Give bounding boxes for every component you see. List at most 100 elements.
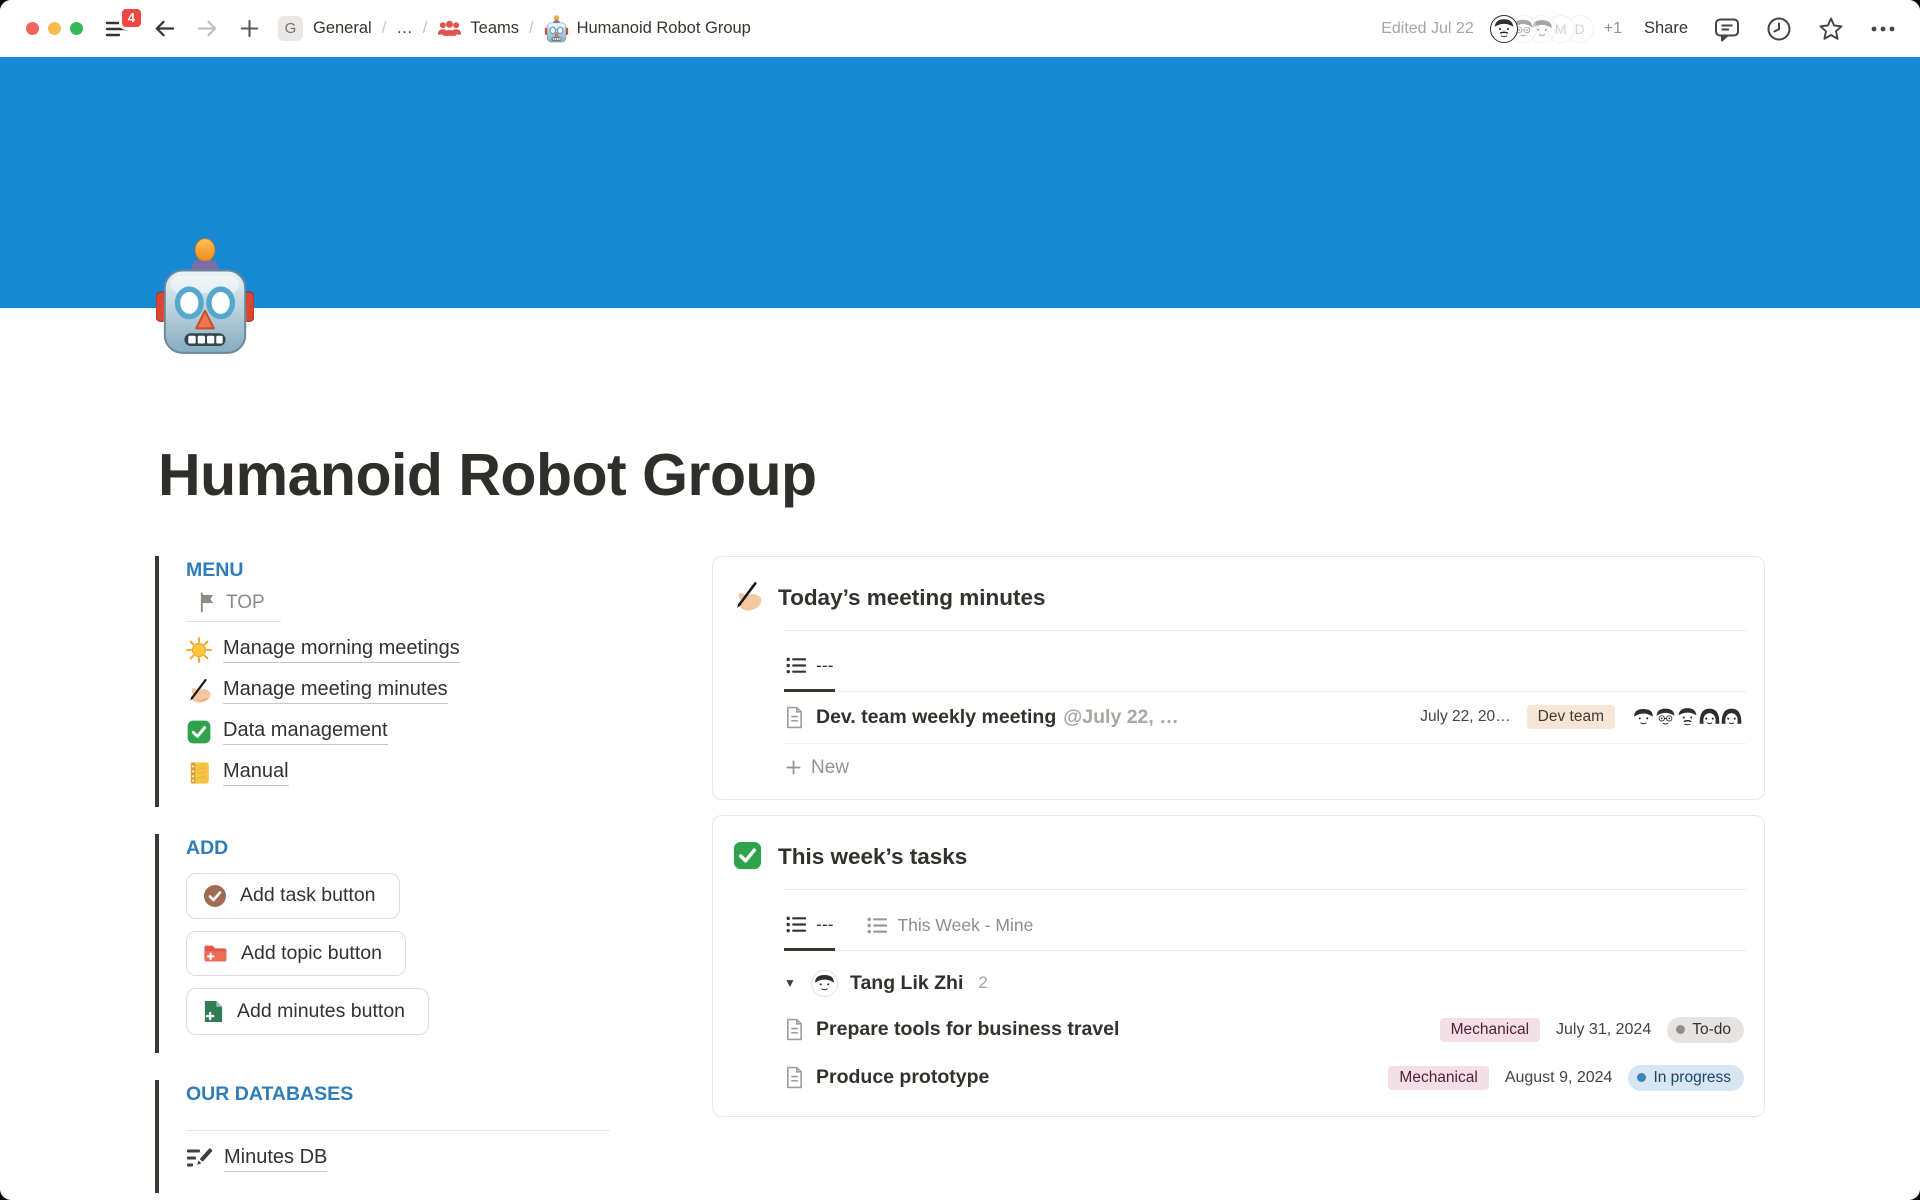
- avatar: [811, 970, 838, 997]
- status-badge: To-do: [1667, 1017, 1744, 1043]
- link-top[interactable]: TOP: [186, 590, 281, 622]
- assignee-name[interactable]: Tang Lik Zhi: [850, 972, 963, 995]
- status-badge: In progress: [1628, 1065, 1744, 1091]
- forward-arrow-icon: [196, 18, 219, 39]
- avatar: [1490, 15, 1518, 43]
- view-tab[interactable]: This Week - Mine: [865, 910, 1035, 950]
- zoom-window-button[interactable]: [70, 22, 83, 35]
- topic-folder-icon: [203, 942, 228, 965]
- weekly-tasks-card: This week’s tasks --- This Week - Mine: [712, 815, 1765, 1117]
- card-title: This week’s tasks: [778, 841, 967, 873]
- view-tab[interactable]: ---: [784, 651, 835, 692]
- list-view-icon: [867, 916, 888, 935]
- share-button[interactable]: Share: [1644, 19, 1688, 38]
- task-check-icon: [203, 884, 227, 908]
- link-minutes-db[interactable]: Minutes DB: [186, 1146, 610, 1172]
- minimize-window-button[interactable]: [48, 22, 61, 35]
- menu-heading: MENU: [186, 557, 610, 590]
- app-window: 4 G General / … /: [0, 0, 1920, 1200]
- breadcrumb-item-page[interactable]: Humanoid Robot Group: [544, 15, 751, 43]
- page-icon: [785, 1066, 804, 1089]
- check-box-icon: [186, 719, 212, 745]
- breadcrumb-item-general[interactable]: General: [313, 19, 372, 38]
- meeting-row[interactable]: Dev. team weekly meeting @July 22, … Jul…: [784, 692, 1746, 744]
- task-title: Prepare tools for business travel: [816, 1018, 1119, 1041]
- meeting-minutes-card: Today’s meeting minutes --- Dev.: [712, 556, 1765, 800]
- breadcrumb-ellipsis[interactable]: …: [396, 19, 413, 38]
- meeting-title: Dev. team weekly meeting: [816, 706, 1056, 729]
- card-title: Today’s meeting minutes: [778, 582, 1046, 614]
- due-date: July 31, 2024: [1556, 1021, 1651, 1039]
- flag-icon: [198, 592, 217, 613]
- favorite-button[interactable]: [1818, 16, 1844, 42]
- breadcrumb-separator: /: [529, 19, 534, 38]
- new-tab-button[interactable]: [239, 18, 260, 39]
- assignee-group-row: ▼ Tang Lik Zhi 2: [784, 951, 1746, 1006]
- comment-icon: [1714, 16, 1740, 42]
- clock-icon: [1766, 16, 1792, 42]
- comments-button[interactable]: [1714, 16, 1740, 42]
- plus-icon: [239, 18, 260, 39]
- ellipsis-icon: [1870, 25, 1896, 33]
- link-data-management[interactable]: Data management: [186, 719, 610, 745]
- meeting-date: July 22, 20…: [1420, 708, 1510, 726]
- link-manage-morning-meetings[interactable]: Manage morning meetings: [186, 637, 610, 663]
- view-tabs: --- This Week - Mine: [784, 890, 1746, 951]
- breadcrumb-separator: /: [382, 19, 387, 38]
- task-title: Produce prototype: [816, 1066, 989, 1089]
- add-task-button[interactable]: Add task button: [186, 873, 400, 919]
- right-column: Today’s meeting minutes --- Dev.: [712, 556, 1765, 1117]
- databases-section: OUR DATABASES: [155, 1080, 610, 1193]
- last-edited-label[interactable]: Edited Jul 22: [1381, 20, 1474, 38]
- sidebar-toggle-button[interactable]: 4: [105, 19, 129, 39]
- task-row[interactable]: Prepare tools for business travel Mechan…: [784, 1006, 1746, 1054]
- menu-section: MENU TOP: [155, 556, 610, 807]
- view-tab[interactable]: ---: [784, 910, 835, 951]
- link-manual[interactable]: Manual: [186, 760, 610, 786]
- team-tag: Dev team: [1527, 705, 1615, 729]
- view-tabs: ---: [784, 631, 1746, 692]
- breadcrumb: G General / … / Teams / Humanoid Robot G…: [278, 15, 751, 43]
- updates-button[interactable]: [1766, 16, 1792, 42]
- avatar-overflow-count[interactable]: +1: [1604, 20, 1622, 38]
- breadcrumb-item-teams[interactable]: Teams: [437, 19, 519, 38]
- workspace-chip[interactable]: G: [278, 16, 303, 41]
- new-item-button[interactable]: New: [784, 744, 1746, 785]
- date-mention: @July 22, …: [1063, 706, 1178, 729]
- compose-icon: [186, 1146, 213, 1171]
- page-title[interactable]: Humanoid Robot Group: [158, 442, 1765, 510]
- attendee-avatars: [1631, 705, 1744, 730]
- link-manage-meeting-minutes[interactable]: Manage meeting minutes: [186, 678, 610, 704]
- back-button[interactable]: [153, 18, 176, 39]
- window-toolbar: 4 G General / … /: [0, 0, 1920, 57]
- robot-icon: [544, 15, 569, 43]
- collaborator-avatars[interactable]: M D: [1490, 15, 1594, 43]
- status-dot: [1637, 1073, 1646, 1082]
- add-topic-button[interactable]: Add topic button: [186, 931, 406, 976]
- category-tag: Mechanical: [1388, 1066, 1488, 1090]
- writing-hand-icon: [186, 678, 212, 704]
- more-options-button[interactable]: [1870, 25, 1896, 33]
- close-window-button[interactable]: [26, 22, 39, 35]
- avatar: [1719, 705, 1744, 730]
- list-view-icon: [786, 915, 807, 934]
- ledger-icon: [186, 760, 212, 786]
- breadcrumb-separator: /: [423, 19, 428, 38]
- writing-hand-icon: [732, 581, 763, 612]
- category-tag: Mechanical: [1440, 1018, 1540, 1042]
- list-view-icon: [786, 656, 807, 675]
- page-cover[interactable]: [0, 57, 1920, 308]
- status-dot: [1676, 1025, 1685, 1034]
- due-date: August 9, 2024: [1505, 1069, 1613, 1087]
- minutes-doc-icon: [203, 999, 224, 1024]
- page-robot-icon[interactable]: [156, 236, 254, 358]
- collapse-toggle[interactable]: ▼: [784, 976, 799, 990]
- add-minutes-button[interactable]: Add minutes button: [186, 988, 429, 1035]
- traffic-lights: [26, 22, 83, 35]
- task-row[interactable]: Produce prototype Mechanical August 9, 2…: [784, 1054, 1746, 1102]
- databases-heading: OUR DATABASES: [186, 1081, 610, 1114]
- divider: [186, 1130, 610, 1131]
- plus-icon: [785, 759, 802, 776]
- forward-button[interactable]: [196, 18, 219, 39]
- people-icon: [437, 19, 462, 38]
